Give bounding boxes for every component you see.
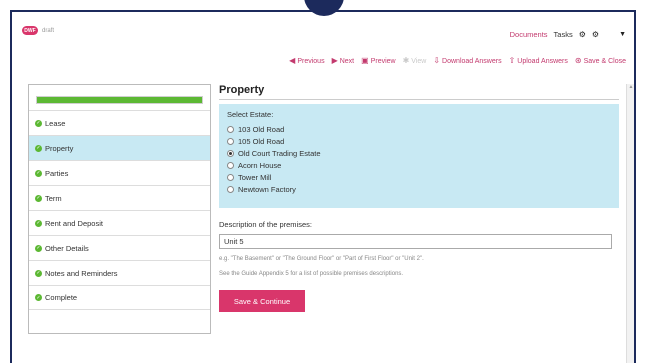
radio-button[interactable] [227, 149, 234, 157]
sidebar-item-label: Notes and Reminders [45, 268, 118, 278]
check-icon: ✓ [35, 244, 42, 252]
sidebar-item-label: Lease [45, 118, 66, 128]
view-icon: ✱ [402, 56, 410, 65]
page-title: Property [219, 84, 619, 100]
settings-icon[interactable]: ⚙ [579, 30, 586, 39]
preview-button[interactable]: ▣ Preview [361, 57, 395, 65]
previous-label: Previous [297, 57, 325, 65]
sidebar-item-label: Rent and Deposit [45, 218, 103, 228]
check-icon: ✓ [35, 144, 42, 152]
estate-option-label: 105 Old Road [238, 136, 285, 146]
estate-option-label: Tower Mill [238, 172, 272, 182]
preview-icon: ▣ [361, 56, 369, 65]
description-label: Description of the premises: [219, 220, 312, 229]
upload-icon: ⇧ [508, 56, 516, 65]
sidebar-item-notes-and-reminders[interactable]: ✓ Notes and Reminders [29, 260, 210, 285]
description-input[interactable] [219, 234, 612, 249]
sidebar-item-label: Other Details [45, 243, 89, 253]
scroll-up-icon[interactable]: ▲ [627, 84, 634, 92]
save-icon: ⊛ [574, 56, 582, 65]
estate-option[interactable]: 103 Old Road [227, 123, 611, 135]
sidebar-item-term[interactable]: ✓ Term [29, 185, 210, 210]
save-close-button[interactable]: ⊛ Save & Close [575, 57, 626, 65]
check-icon: ✓ [35, 169, 42, 177]
estate-label: Select Estate: [227, 110, 274, 119]
sidebar-item-rent-and-deposit[interactable]: ✓ Rent and Deposit [29, 210, 210, 235]
gear-icon[interactable]: ⚙ [592, 30, 599, 39]
scrollbar[interactable]: ▲ [626, 84, 634, 363]
progress-bar-fill [37, 97, 202, 103]
arrow-right-icon: ▶ [331, 56, 338, 65]
check-icon: ✓ [35, 269, 42, 277]
logo-badge: DWF [22, 26, 38, 35]
check-icon: ✓ [35, 219, 42, 227]
preview-label: Preview [370, 57, 396, 65]
estate-option-label: 103 Old Road [238, 124, 285, 134]
save-close-label: Save & Close [583, 57, 626, 65]
check-icon: ✓ [35, 194, 42, 202]
radio-button[interactable] [227, 185, 234, 193]
upload-label: Upload Answers [517, 57, 568, 65]
radio-button[interactable] [227, 125, 234, 133]
progress-bar [36, 96, 203, 104]
next-label: Next [339, 57, 355, 65]
download-label: Download Answers [442, 57, 502, 65]
estate-radio-group: 103 Old Road 105 Old Road Old Court Tradin… [227, 123, 611, 195]
logo: DWF draft [22, 26, 54, 35]
sidebar-item-label: Complete [45, 293, 78, 302]
download-answers-button[interactable]: ⇩ Download Answers [433, 57, 501, 65]
check-icon: ✓ [35, 119, 42, 127]
download-icon: ⇩ [433, 56, 441, 65]
sidebar: ✓ Lease ✓ Property ✓ Parties ✓ Term ✓ Rent and De… [28, 84, 211, 334]
estate-option-label: Acorn House [238, 160, 282, 170]
estate-option[interactable]: 105 Old Road [227, 135, 611, 147]
main-panel: Property Select Estate: 103 Old Road 105 … [219, 84, 619, 312]
app-frame: DWF draft Documents Tasks ⚙ ⚙ ▼ ◀ Previo… [10, 10, 636, 363]
sidebar-item-other-details[interactable]: ✓ Other Details [29, 235, 210, 260]
estate-option-label: Old Court Trading Estate [238, 148, 321, 158]
top-bar: DWF draft Documents Tasks ⚙ ⚙ ▼ [12, 12, 634, 50]
sidebar-item-parties[interactable]: ✓ Parties [29, 160, 210, 185]
sidebar-item-label: Parties [45, 168, 69, 178]
estate-option-label: Newtown Factory [238, 184, 296, 194]
estate-option[interactable]: Tower Mill [227, 171, 611, 183]
sidebar-item-label: Term [45, 193, 62, 203]
sidebar-list: ✓ Lease ✓ Property ✓ Parties ✓ Term ✓ Rent and De… [29, 110, 210, 310]
tasks-link[interactable]: Tasks [554, 30, 573, 39]
chevron-down-icon[interactable]: ▼ [619, 31, 626, 38]
estate-option[interactable]: Old Court Trading Estate [227, 147, 611, 159]
top-nav: Documents Tasks ⚙ ⚙ ▼ [510, 30, 626, 39]
documents-link[interactable]: Documents [510, 30, 548, 39]
logo-text: draft [42, 27, 55, 34]
estate-option[interactable]: Acorn House [227, 159, 611, 171]
guide-note: See the Guide Appendix 5 for a list of p… [219, 271, 404, 277]
description-hint: e.g. "The Basement" or "The Ground Floor… [219, 256, 424, 262]
estate-option[interactable]: Newtown Factory [227, 183, 611, 195]
sidebar-item-property[interactable]: ✓ Property [29, 135, 210, 160]
check-icon: ✓ [35, 294, 42, 301]
sidebar-item-label: Property [45, 143, 74, 153]
action-toolbar: ◀ Previous ▶ Next ▣ Preview ✱ View ⇩ Dow… [289, 57, 626, 65]
previous-button[interactable]: ◀ Previous [289, 57, 324, 65]
radio-button[interactable] [227, 137, 234, 145]
save-continue-button[interactable]: Save & Continue [219, 290, 305, 312]
sidebar-item-complete[interactable]: ✓ Complete [29, 285, 210, 310]
radio-button[interactable] [227, 161, 234, 169]
radio-button[interactable] [227, 173, 234, 181]
sidebar-item-lease[interactable]: ✓ Lease [29, 110, 210, 135]
next-button[interactable]: ▶ Next [332, 57, 355, 65]
estate-selection: Select Estate: 103 Old Road 105 Old Road O… [219, 104, 619, 208]
upload-answers-button[interactable]: ⇧ Upload Answers [509, 57, 568, 65]
view-label: View [411, 57, 427, 65]
arrow-left-icon: ◀ [289, 56, 296, 65]
view-button[interactable]: ✱ View [403, 57, 427, 65]
